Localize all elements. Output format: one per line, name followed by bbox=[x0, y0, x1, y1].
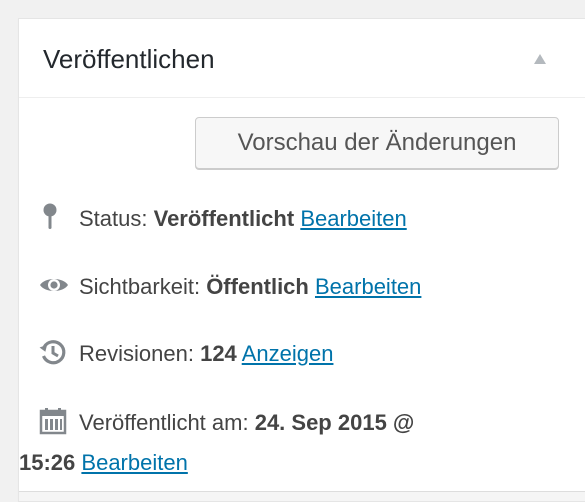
history-icon bbox=[39, 338, 79, 366]
published-row: Veröffentlicht am: 24. Sep 2015 @ 15:26 … bbox=[19, 403, 559, 483]
edit-date-link[interactable]: Bearbeiten bbox=[81, 450, 187, 475]
eye-icon bbox=[39, 275, 79, 295]
triangle-up-icon[interactable] bbox=[533, 53, 547, 65]
panel-header[interactable]: Veröffentlichen bbox=[19, 19, 585, 98]
published-time-line: 15:26 Bearbeiten bbox=[19, 443, 559, 483]
preview-changes-button[interactable]: Vorschau der Änderungen bbox=[195, 117, 559, 169]
status-row: Status: Veröffentlicht Bearbeiten bbox=[39, 199, 407, 239]
published-label: Veröffentlicht am: bbox=[79, 410, 249, 435]
visibility-value: Öffentlich bbox=[206, 274, 309, 299]
view-revisions-link[interactable]: Anzeigen bbox=[242, 341, 334, 366]
panel-title: Veröffentlichen bbox=[43, 44, 215, 74]
edit-status-link[interactable]: Bearbeiten bbox=[300, 206, 406, 231]
panel-divider bbox=[19, 491, 585, 501]
revisions-label: Revisionen: bbox=[79, 341, 194, 366]
pin-icon bbox=[39, 202, 79, 232]
status-label: Status: bbox=[79, 206, 148, 231]
edit-visibility-link[interactable]: Bearbeiten bbox=[315, 274, 421, 299]
revisions-row: Revisionen: 124 Anzeigen bbox=[39, 334, 333, 374]
calendar-icon bbox=[39, 407, 79, 435]
revisions-count: 124 bbox=[200, 341, 237, 366]
visibility-row: Sichtbarkeit: Öffentlich Bearbeiten bbox=[39, 267, 421, 307]
published-time: 15:26 bbox=[19, 450, 76, 475]
publish-panel: Veröffentlichen Vorschau der Änderungen … bbox=[18, 18, 585, 502]
published-date: 24. Sep 2015 @ bbox=[254, 410, 415, 435]
status-value: Veröffentlicht bbox=[153, 206, 295, 231]
visibility-label: Sichtbarkeit: bbox=[79, 274, 201, 299]
